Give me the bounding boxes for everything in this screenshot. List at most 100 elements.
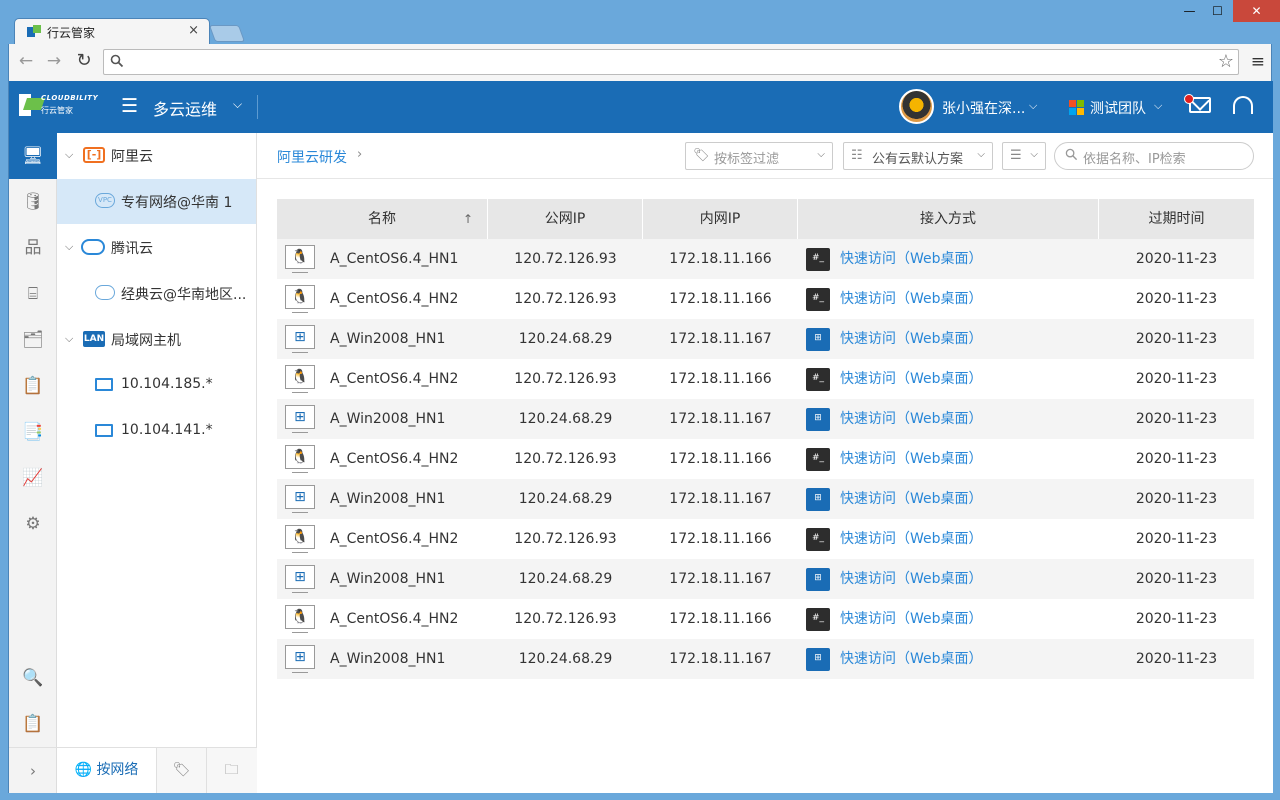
- tag-filter-select[interactable]: 🏷 按标签过滤 ⌵: [685, 142, 833, 170]
- host-name[interactable]: A_CentOS6.4_HN2: [330, 599, 458, 639]
- table-row[interactable]: ⊞ A_Win2008_HN1 120.24.68.29 172.18.11.167 ⊞…: [277, 399, 1254, 439]
- rail-storage-icon[interactable]: ⌸: [9, 271, 57, 317]
- rail-monitor-icon[interactable]: 📈: [9, 455, 57, 501]
- minimize-button[interactable]: —: [1176, 0, 1203, 22]
- reload-icon[interactable]: ↻: [73, 50, 95, 72]
- chevron-down-icon[interactable]: ⌵: [233, 97, 242, 112]
- sort-select[interactable]: ☰ ⌵: [1002, 142, 1046, 170]
- table-row[interactable]: 🐧 A_CentOS6.4_HN2 120.72.126.93 172.18.11.1…: [277, 599, 1254, 639]
- quick-access-link[interactable]: 快速访问（Web桌面）: [840, 319, 983, 359]
- column-header-public-ip[interactable]: 公网IP: [488, 199, 643, 239]
- tree-item-subnet-185[interactable]: 10.104.185.*: [57, 363, 256, 408]
- windows-remote-icon[interactable]: ⊞: [806, 408, 830, 431]
- chevron-down-icon[interactable]: ⌵: [65, 240, 73, 254]
- windows-remote-icon[interactable]: ⊞: [806, 328, 830, 351]
- host-name[interactable]: A_Win2008_HN1: [330, 399, 445, 439]
- rail-files-icon[interactable]: 🗂: [9, 317, 57, 363]
- tree-item-vpc-huanan[interactable]: VPC 专有网络@华南 1: [57, 179, 256, 224]
- rail-search-icon[interactable]: 🔍: [9, 655, 57, 701]
- host-name[interactable]: A_Win2008_HN1: [330, 319, 445, 359]
- table-row[interactable]: ⊞ A_Win2008_HN1 120.24.68.29 172.18.11.167 ⊞…: [277, 479, 1254, 519]
- rail-network-icon[interactable]: 品: [9, 225, 57, 271]
- tab-by-network[interactable]: 🌐 按网络: [57, 748, 157, 793]
- quick-access-link[interactable]: 快速访问（Web桌面）: [840, 439, 983, 479]
- host-name[interactable]: A_Win2008_HN1: [330, 559, 445, 599]
- tab-by-tag-icon[interactable]: 🏷: [157, 748, 207, 793]
- windows-remote-icon[interactable]: ⊞: [806, 568, 830, 591]
- module-title[interactable]: 多云运维: [153, 96, 217, 120]
- quick-access-link[interactable]: 快速访问（Web桌面）: [840, 399, 983, 439]
- column-header-expire[interactable]: 过期时间: [1099, 199, 1254, 239]
- windows-remote-icon[interactable]: ⊞: [806, 648, 830, 671]
- headset-icon[interactable]: [1233, 96, 1253, 114]
- team-name[interactable]: 测试团队: [1090, 98, 1146, 118]
- chevron-down-icon[interactable]: ⌵: [65, 148, 73, 162]
- table-row[interactable]: ⊞ A_Win2008_HN1 120.24.68.29 172.18.11.167 ⊞…: [277, 319, 1254, 359]
- browser-tab[interactable]: 行云管家 ×: [14, 18, 210, 45]
- menu-icon[interactable]: ☰: [121, 95, 138, 117]
- bookmark-star-icon[interactable]: ☆: [1218, 51, 1234, 72]
- tree-item-classic-huanan[interactable]: 经典云@华南地区...: [57, 271, 256, 316]
- host-name[interactable]: A_CentOS6.4_HN1: [330, 239, 458, 279]
- column-header-name[interactable]: 名称 ↑: [277, 199, 488, 239]
- quick-access-link[interactable]: 快速访问（Web桌面）: [840, 519, 983, 559]
- forward-icon[interactable]: →: [43, 50, 65, 72]
- host-name[interactable]: A_CentOS6.4_HN2: [330, 519, 458, 559]
- quick-access-link[interactable]: 快速访问（Web桌面）: [840, 559, 983, 599]
- rail-audit-icon[interactable]: 📑: [9, 409, 57, 455]
- table-row[interactable]: ⊞ A_Win2008_HN1 120.24.68.29 172.18.11.167 ⊞…: [277, 639, 1254, 679]
- terminal-icon[interactable]: #_: [806, 368, 830, 391]
- terminal-icon[interactable]: #_: [806, 448, 830, 471]
- tab-by-folder-icon[interactable]: 🗀: [207, 748, 256, 793]
- host-name[interactable]: A_CentOS6.4_HN2: [330, 359, 458, 399]
- host-name[interactable]: A_Win2008_HN1: [330, 479, 445, 519]
- terminal-icon[interactable]: #_: [806, 288, 830, 311]
- close-window-button[interactable]: ✕: [1233, 0, 1280, 22]
- address-bar[interactable]: ☆: [103, 49, 1239, 75]
- table-row[interactable]: 🐧 A_CentOS6.4_HN2 120.72.126.93 172.18.11.1…: [277, 359, 1254, 399]
- table-row[interactable]: 🐧 A_CentOS6.4_HN2 120.72.126.93 172.18.11.1…: [277, 519, 1254, 559]
- rail-settings-icon[interactable]: ⚙: [9, 501, 57, 547]
- chevron-down-icon[interactable]: ⌵: [65, 332, 73, 346]
- quick-access-link[interactable]: 快速访问（Web桌面）: [840, 479, 983, 519]
- new-tab-button[interactable]: [208, 25, 246, 42]
- sort-ascending-icon[interactable]: ↑: [463, 199, 473, 239]
- terminal-icon[interactable]: #_: [806, 608, 830, 631]
- back-icon[interactable]: ←: [15, 50, 37, 72]
- plan-select[interactable]: ☷ 公有云默认方案 ⌵: [843, 142, 993, 170]
- table-row[interactable]: 🐧 A_CentOS6.4_HN2 120.72.126.93 172.18.11.1…: [277, 439, 1254, 479]
- browser-menu-icon[interactable]: ≡: [1251, 52, 1265, 72]
- column-header-access[interactable]: 接入方式: [798, 199, 1099, 239]
- quick-access-link[interactable]: 快速访问（Web桌面）: [840, 279, 983, 319]
- tree-item-subnet-141[interactable]: 10.104.141.*: [57, 409, 256, 454]
- column-header-private-ip[interactable]: 内网IP: [643, 199, 798, 239]
- quick-access-link[interactable]: 快速访问（Web桌面）: [840, 239, 983, 279]
- table-row[interactable]: ⊞ A_Win2008_HN1 120.24.68.29 172.18.11.167 ⊞…: [277, 559, 1254, 599]
- host-name[interactable]: A_CentOS6.4_HN2: [330, 279, 458, 319]
- rail-tasks-icon[interactable]: 📋: [9, 363, 57, 409]
- tree-group-lan[interactable]: ⌵ LAN 局域网主机: [57, 317, 256, 362]
- host-name[interactable]: A_CentOS6.4_HN2: [330, 439, 458, 479]
- windows-remote-icon[interactable]: ⊞: [806, 488, 830, 511]
- terminal-icon[interactable]: #_: [806, 248, 830, 271]
- chevron-down-icon[interactable]: ⌵: [1154, 99, 1162, 113]
- quick-access-link[interactable]: 快速访问（Web桌面）: [840, 359, 983, 399]
- table-row[interactable]: 🐧 A_CentOS6.4_HN1 120.72.126.93 172.18.11.1…: [277, 239, 1254, 279]
- table-row[interactable]: 🐧 A_CentOS6.4_HN2 120.72.126.93 172.18.11.1…: [277, 279, 1254, 319]
- chevron-down-icon[interactable]: ⌵: [1029, 99, 1037, 113]
- breadcrumb-item[interactable]: 阿里云研发: [277, 147, 347, 167]
- rail-database-icon[interactable]: 🛢: [9, 179, 57, 225]
- rail-checklist-icon[interactable]: 📋: [9, 701, 57, 747]
- user-name[interactable]: 张小强在深...: [942, 98, 1025, 118]
- avatar[interactable]: [899, 89, 934, 124]
- rail-hosts-icon[interactable]: 🖥: [9, 133, 57, 179]
- host-name[interactable]: A_Win2008_HN1: [330, 639, 445, 679]
- tab-close-icon[interactable]: ×: [188, 23, 199, 38]
- expand-rail-icon[interactable]: ›: [9, 747, 57, 793]
- quick-access-link[interactable]: 快速访问（Web桌面）: [840, 599, 983, 639]
- tree-group-aliyun[interactable]: ⌵ [-] 阿里云: [57, 133, 256, 178]
- tree-group-tencent[interactable]: ⌵ 腾讯云: [57, 225, 256, 270]
- terminal-icon[interactable]: #_: [806, 528, 830, 551]
- search-input[interactable]: 依据名称、IP检索: [1054, 142, 1254, 170]
- maximize-button[interactable]: ☐: [1204, 0, 1231, 22]
